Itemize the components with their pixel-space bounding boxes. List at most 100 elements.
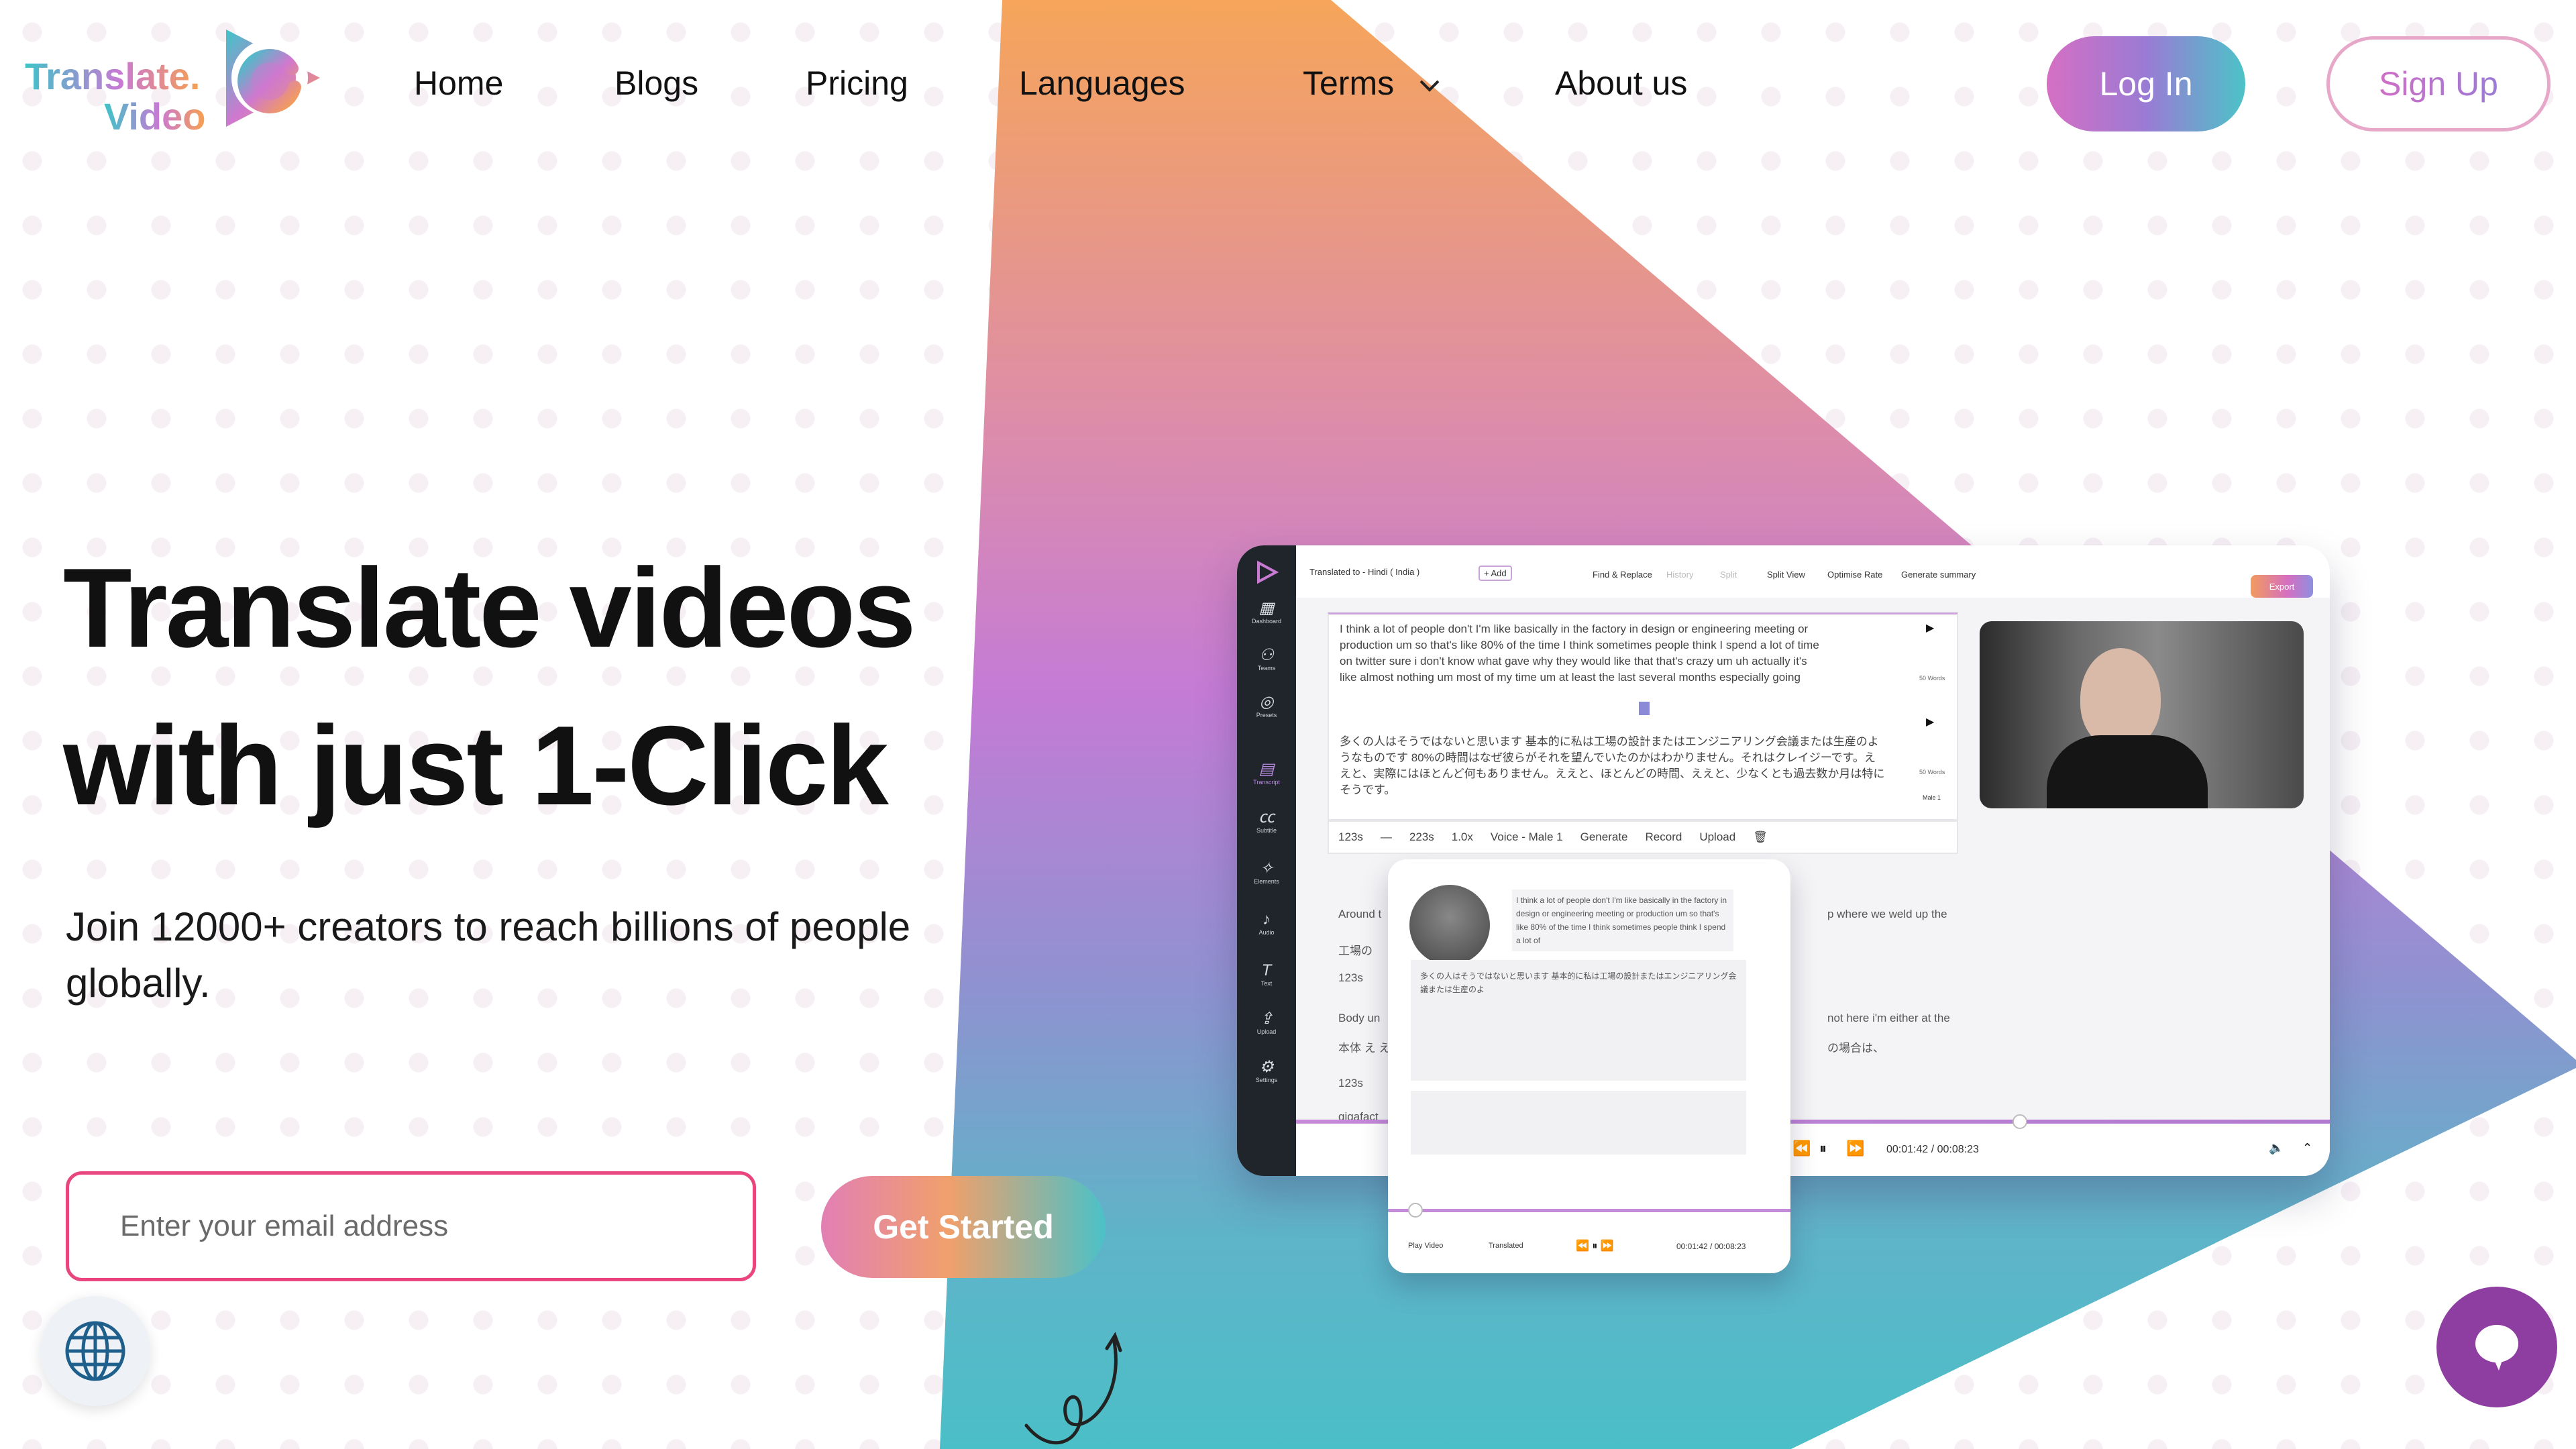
voice-label: Male 1 — [1923, 794, 1941, 801]
mockup-topbar — [1296, 545, 2330, 598]
generate-button[interactable]: Generate — [1580, 830, 1628, 844]
add-button[interactable]: + Add — [1479, 566, 1512, 581]
export-button[interactable]: Export — [2251, 575, 2313, 598]
nav-terms[interactable]: Terms — [1303, 64, 1441, 103]
sidebar-item-teams[interactable]: ⚇ Teams — [1237, 646, 1296, 672]
sidebar-label: Audio — [1258, 929, 1275, 936]
play-video-tab[interactable]: Play Video — [1408, 1242, 1443, 1250]
volume-icon[interactable]: 🔈 — [2269, 1141, 2284, 1155]
find-replace-button[interactable]: Find & Replace — [1593, 570, 1652, 580]
sidebar-item-dashboard[interactable]: ▦ Dashboard — [1237, 599, 1296, 625]
sidebar-item-elements[interactable]: ✧ Elements — [1237, 859, 1296, 885]
translated-tab[interactable]: Translated — [1489, 1242, 1523, 1250]
sidebar-item-presets[interactable]: ◎ Presets — [1237, 693, 1296, 718]
translation-line[interactable]: えと、実際にはほとんど何もありません。ええと、ほとんどの時間、ええと、少なくとも… — [1340, 767, 1884, 781]
nav-about-us[interactable]: About us — [1555, 64, 1687, 103]
transcript-icon: ▤ — [1258, 760, 1275, 778]
segment-text: 工場の — [1338, 945, 1373, 957]
card-playback-time: 00:01:42 / 00:08:23 — [1676, 1242, 1746, 1251]
upload-icon: ⇪ — [1259, 1010, 1274, 1028]
speed[interactable]: 1.0x — [1452, 830, 1473, 844]
nav-blogs[interactable]: Blogs — [614, 64, 698, 103]
globe-icon — [65, 1321, 125, 1381]
cc-icon: ㏄ — [1258, 808, 1275, 826]
history-button[interactable]: History — [1666, 570, 1693, 580]
optimise-rate-button[interactable]: Optimise Rate — [1827, 570, 1882, 580]
email-input[interactable] — [66, 1171, 756, 1281]
card-progress-handle[interactable] — [1408, 1203, 1423, 1218]
sidebar-label: Transcript — [1253, 779, 1280, 786]
sign-up-label: Sign Up — [2379, 65, 2498, 103]
transcript-line[interactable]: production um so that's like 80% of the … — [1340, 639, 1819, 652]
pause-icon[interactable]: ⏸ — [1819, 1140, 1827, 1157]
rewind-icon[interactable]: ⏪ — [1792, 1140, 1811, 1157]
transcript-panel: I think a lot of people don't I'm like b… — [1328, 612, 1958, 820]
nav-home[interactable]: Home — [414, 64, 503, 103]
segment-time: 123s — [1338, 1077, 1363, 1089]
transcript-line[interactable]: on twitter sure i don't know what gave w… — [1340, 655, 1807, 668]
card-player-icons[interactable]: ⏪ ⏸ ⏩ — [1576, 1239, 1614, 1252]
speaker-avatar — [1409, 885, 1490, 965]
nav-pricing[interactable]: Pricing — [806, 64, 908, 103]
logo-text-line1: Translate. — [25, 55, 201, 97]
segment-text: not here i'm either at the — [1827, 1012, 1950, 1024]
sidebar-item-subtitle[interactable]: ㏄ Subtitle — [1237, 808, 1296, 834]
logo-text-line2: Video — [104, 95, 206, 138]
translation-line[interactable]: そうです。 — [1340, 784, 1395, 797]
log-in-button[interactable]: Log In — [2047, 36, 2245, 131]
segment-text: の場合は、 — [1827, 1042, 1884, 1055]
segment-time: 123s — [1338, 971, 1363, 984]
sidebar-item-settings[interactable]: ⚙ Settings — [1237, 1058, 1296, 1083]
sign-up-button[interactable]: Sign Up — [2326, 36, 2551, 131]
text-icon: T — [1261, 961, 1272, 979]
sidebar-label: Dashboard — [1251, 618, 1282, 625]
trash-icon[interactable]: 🗑 — [1753, 830, 1768, 844]
translation-line[interactable]: 多くの人はそうではないと思います 基本的に私は工場の設計またはエンジニアリング会… — [1340, 735, 1879, 749]
hero-title-line2: with just 1-Click — [63, 702, 889, 828]
end-time[interactable]: 223s — [1409, 830, 1434, 844]
segment-marker — [1639, 702, 1650, 715]
play-icon[interactable]: ▶ — [1926, 621, 1934, 635]
split-view-button[interactable]: Split View — [1767, 570, 1805, 580]
video-preview[interactable] — [1980, 621, 2304, 808]
mockup-sidebar: ▦ Dashboard ⚇ Teams ◎ Presets ▤ Transcript ㏄… — [1237, 545, 1296, 1176]
sidebar-label: Text — [1260, 980, 1273, 987]
chevron-up-icon[interactable]: ⌃ — [2302, 1141, 2312, 1155]
sidebar-item-text[interactable]: T Text — [1237, 961, 1296, 987]
sidebar-item-upload[interactable]: ⇪ Upload — [1237, 1010, 1296, 1035]
segment-text: 本体 え え — [1338, 1042, 1391, 1055]
hero-title-line1: Translate videos — [63, 545, 916, 671]
mockup-logo-icon — [1257, 560, 1279, 584]
translation-line[interactable]: うなものです 80%の時間はなぜ彼らがそれを望んでいたのかはわかりません。それは… — [1340, 751, 1876, 765]
upload-button[interactable]: Upload — [1699, 830, 1735, 844]
card-translation-block: 多くの人はそうではないと思います 基本的に私は工場の設計またはエンジニアリング会… — [1411, 960, 1746, 1017]
sidebar-item-transcript[interactable]: ▤ Transcript — [1237, 760, 1296, 786]
forward-icon[interactable]: ⏩ — [1846, 1140, 1864, 1157]
split-button[interactable]: Split — [1720, 570, 1737, 580]
timeline-handle[interactable] — [2012, 1114, 2027, 1129]
squiggle-arrow-icon — [1024, 1332, 1122, 1445]
mobile-preview-card: I think a lot of people don't I'm like b… — [1388, 859, 1790, 1273]
play-icon[interactable]: ▶ — [1926, 715, 1934, 729]
chat-bubble-icon — [2475, 1325, 2518, 1371]
transcript-line[interactable]: like almost nothing um most of my time u… — [1340, 671, 1801, 684]
logo[interactable]: Translate. Video — [25, 23, 327, 137]
record-button[interactable]: Record — [1646, 830, 1682, 844]
card-progress-bar[interactable] — [1388, 1209, 1790, 1212]
presets-icon: ◎ — [1259, 693, 1274, 711]
generate-summary-button[interactable]: Generate summary — [1901, 570, 1976, 580]
language-select[interactable]: Translated to - Hindi ( India ) — [1309, 567, 1419, 577]
voice-select[interactable]: Voice - Male 1 — [1491, 830, 1563, 844]
language-globe-button[interactable] — [40, 1296, 150, 1406]
segment-toolbar: 123s — 223s 1.0x Voice - Male 1 Generate … — [1328, 820, 1958, 854]
nav-languages[interactable]: Languages — [1019, 64, 1185, 103]
transcript-line[interactable]: I think a lot of people don't I'm like b… — [1340, 623, 1808, 636]
start-time[interactable]: 123s — [1338, 830, 1363, 844]
segment-text: Body un — [1338, 1012, 1381, 1024]
sidebar-item-audio[interactable]: ♪ Audio — [1237, 910, 1296, 936]
chat-button[interactable] — [2436, 1287, 2557, 1407]
get-started-button[interactable]: Get Started — [821, 1176, 1106, 1278]
sidebar-label: Teams — [1257, 665, 1276, 672]
card-transcript: I think a lot of people don't I'm like b… — [1512, 890, 1733, 951]
person-body — [2047, 735, 2208, 808]
